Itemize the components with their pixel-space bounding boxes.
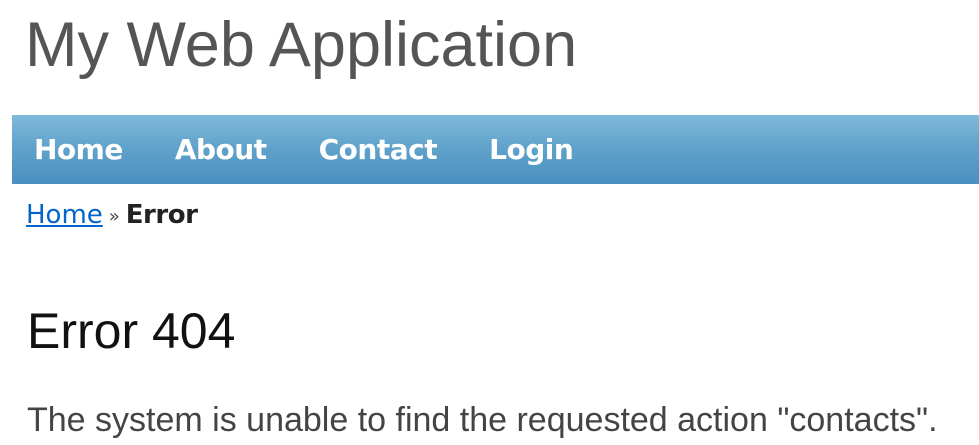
breadcrumb-home-link[interactable]: Home (26, 200, 103, 230)
breadcrumb-separator: » (108, 206, 120, 227)
menu-item-login[interactable]: Login (489, 133, 574, 166)
menu-item-contact[interactable]: Contact (319, 133, 438, 166)
breadcrumb: Home» Error (26, 198, 198, 235)
page-title: Error 404 (27, 303, 236, 359)
error-message: The system is unable to find the request… (27, 401, 938, 439)
breadcrumb-current: Error (125, 200, 198, 230)
menu-item-about[interactable]: About (175, 133, 267, 166)
site-title: My Web Application (25, 10, 578, 80)
main-menu: Home About Contact Login (12, 115, 979, 184)
menu-item-home[interactable]: Home (34, 133, 123, 166)
